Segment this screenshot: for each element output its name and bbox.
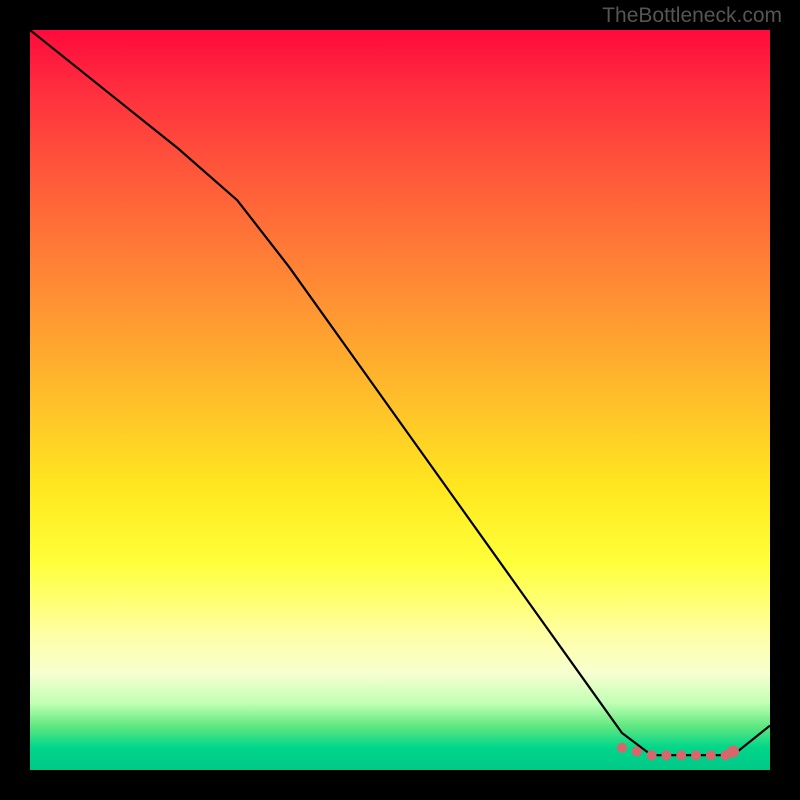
highlight-point: [706, 750, 716, 760]
highlight-point: [661, 750, 671, 760]
highlight-point: [617, 743, 627, 753]
highlight-point: [647, 750, 657, 760]
highlight-point: [676, 750, 686, 760]
bottleneck-curve: [30, 30, 770, 755]
chart-svg: [30, 30, 770, 770]
watermark-text: TheBottleneck.com: [602, 4, 782, 28]
highlight-point: [727, 746, 739, 758]
highlight-point: [632, 747, 642, 757]
chart-plot-area: [30, 30, 770, 770]
optimal-range-points: [617, 743, 739, 760]
highlight-point: [691, 750, 701, 760]
